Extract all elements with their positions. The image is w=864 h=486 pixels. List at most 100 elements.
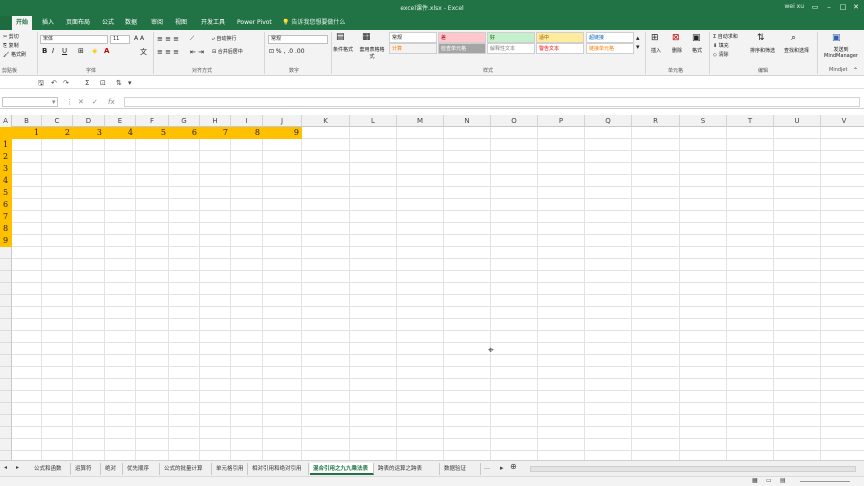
scroll-tabs-right-icon[interactable]: ▸ (16, 464, 19, 472)
cell-a1[interactable] (0, 127, 12, 139)
sheet-tab-4[interactable]: 公式的批量计算 (161, 463, 212, 475)
row1-value-cell[interactable]: 1 (12, 128, 39, 138)
column-header-b[interactable]: B (12, 115, 42, 127)
insert-function-icon[interactable]: fx (108, 98, 115, 106)
row-header[interactable] (0, 379, 12, 391)
page-layout-view-icon[interactable]: ▭ (766, 477, 772, 485)
sheet-tab-6[interactable]: 相对引用和绝对引用 (249, 463, 309, 475)
tab-data[interactable]: 数据 (121, 16, 141, 30)
row1-value-cell[interactable]: 3 (73, 128, 102, 138)
orientation-button[interactable]: ⟋ (190, 35, 194, 43)
tab-formulas[interactable]: 公式 (98, 16, 118, 30)
column-header-h[interactable]: H (200, 115, 231, 127)
tab-home[interactable]: 开始 (12, 16, 33, 30)
indent-button[interactable]: ⇤ ⇥ (190, 48, 204, 56)
cell-style-7[interactable]: 解释性文本 (487, 43, 535, 54)
cut-button[interactable]: ✂ 剪切 (3, 33, 19, 40)
column-header-o[interactable]: O (491, 115, 538, 127)
sheet-tab-1[interactable]: 运算符 (72, 463, 101, 475)
col-a-value-cell[interactable]: 8 (3, 223, 8, 235)
col-a-value-cell[interactable]: 5 (3, 187, 8, 199)
sheet-tab-0[interactable]: 公式和函数 (31, 463, 71, 475)
wrap-text-button[interactable]: ⤶ 自动换行 (212, 35, 236, 42)
phonetic-button[interactable]: 文 (140, 47, 147, 57)
cell-style-0[interactable]: 常规 (389, 32, 437, 43)
format-cells-button[interactable]: 格式 (692, 47, 702, 54)
font-name-select[interactable]: 宋体 (40, 35, 108, 44)
name-box[interactable] (2, 97, 58, 107)
zoom-slider[interactable] (800, 481, 850, 482)
column-header-i[interactable]: I (231, 115, 263, 127)
save-icon[interactable]: 🖫 (38, 79, 44, 87)
tab-view[interactable]: 视图 (171, 16, 191, 30)
form-icon[interactable]: ⊡ (100, 79, 106, 87)
row1-value-cell[interactable]: 2 (42, 128, 70, 138)
find-select-button[interactable]: 查找和选择 (784, 47, 809, 54)
column-header-f[interactable]: F (136, 115, 169, 127)
copy-button[interactable]: ⎘ 复制 (3, 42, 19, 49)
row1-value-cell[interactable]: 9 (263, 128, 299, 138)
tab-review[interactable]: 审阅 (147, 16, 167, 30)
tab-developer[interactable]: 开发工具 (197, 16, 229, 30)
column-header-a[interactable]: A (0, 115, 12, 127)
column-header-u[interactable]: U (774, 115, 821, 127)
cell-style-9[interactable]: 链接单元格 (586, 43, 634, 54)
font-color-button[interactable]: A (104, 47, 109, 55)
row1-value-cell[interactable]: 8 (231, 128, 260, 138)
column-header-q[interactable]: Q (585, 115, 632, 127)
column-header-g[interactable]: G (169, 115, 200, 127)
row-header[interactable] (0, 343, 12, 355)
row-header[interactable] (0, 355, 12, 367)
row-header[interactable] (0, 391, 12, 403)
accounting-format-button[interactable]: ⊡ % , .0 .00 (269, 48, 305, 55)
cell-style-8[interactable]: 警告文本 (536, 43, 584, 54)
sheet-tab-3[interactable]: 优先顺序 (124, 463, 160, 475)
scroll-right-icon[interactable]: ▸ (500, 464, 504, 472)
minimize-icon[interactable]: – (824, 2, 834, 12)
cell-style-5[interactable]: 计算 (389, 43, 437, 54)
row1-value-cell[interactable]: 4 (105, 128, 133, 138)
col-a-value-cell[interactable]: 2 (3, 151, 8, 163)
ribbon-display-icon[interactable]: ▭ (810, 2, 820, 12)
tab-insert[interactable]: 插入 (38, 16, 58, 30)
horizontal-scrollbar[interactable] (530, 466, 856, 472)
col-a-value-cell[interactable]: 6 (3, 199, 8, 211)
sheet-tab-5[interactable]: 单元格引用 (213, 463, 248, 475)
col-a-value-cell[interactable]: 4 (3, 175, 8, 187)
row-header[interactable] (0, 439, 12, 451)
page-break-view-icon[interactable]: ▤ (780, 477, 786, 485)
sheet-tab-2[interactable]: 绝对 (102, 463, 123, 475)
row1-value-cell[interactable]: 6 (169, 128, 197, 138)
more-sheets-icon[interactable]: … (484, 464, 490, 472)
row-header[interactable] (0, 427, 12, 439)
new-sheet-icon[interactable]: ⊕ (510, 463, 517, 471)
column-header-j[interactable]: J (263, 115, 302, 127)
column-header-k[interactable]: K (302, 115, 350, 127)
border-button[interactable]: ⊞ (78, 47, 84, 55)
col-a-value-cell[interactable]: 1 (3, 139, 8, 151)
collapse-ribbon-icon[interactable]: ⌃ (853, 67, 858, 74)
font-size-select[interactable]: 11 (110, 35, 130, 44)
column-header-l[interactable]: L (350, 115, 397, 127)
top-align-button[interactable]: ≡ ≡ ≡ (157, 35, 179, 43)
customize-qat-icon[interactable]: ▾ (128, 79, 132, 87)
fill-button[interactable]: ⬇ 填充 (713, 42, 729, 49)
format-painter-button[interactable]: 🖌 格式刷 (3, 51, 26, 58)
row1-value-cell[interactable]: 7 (200, 128, 228, 138)
cell-style-3[interactable]: 适中 (536, 32, 584, 43)
col-a-value-cell[interactable]: 7 (3, 211, 8, 223)
row1-value-cell[interactable]: 5 (136, 128, 166, 138)
normal-view-icon[interactable]: ▦ (752, 477, 758, 485)
column-header-r[interactable]: R (632, 115, 680, 127)
row-header[interactable] (0, 331, 12, 343)
row-header[interactable] (0, 367, 12, 379)
sheet-tab-8[interactable]: 跨表的运算之跨表 (375, 463, 440, 475)
row-header[interactable] (0, 259, 12, 271)
table-format-button[interactable]: 套用表格格式 (358, 46, 386, 60)
row-header[interactable] (0, 403, 12, 415)
col-a-value-cell[interactable]: 9 (3, 235, 8, 247)
row-header[interactable] (0, 307, 12, 319)
send-to-mindmanager-button[interactable]: 发送到 MindManager (820, 47, 862, 59)
user-name[interactable]: wei xu (784, 3, 804, 10)
file-tab[interactable] (0, 16, 11, 30)
